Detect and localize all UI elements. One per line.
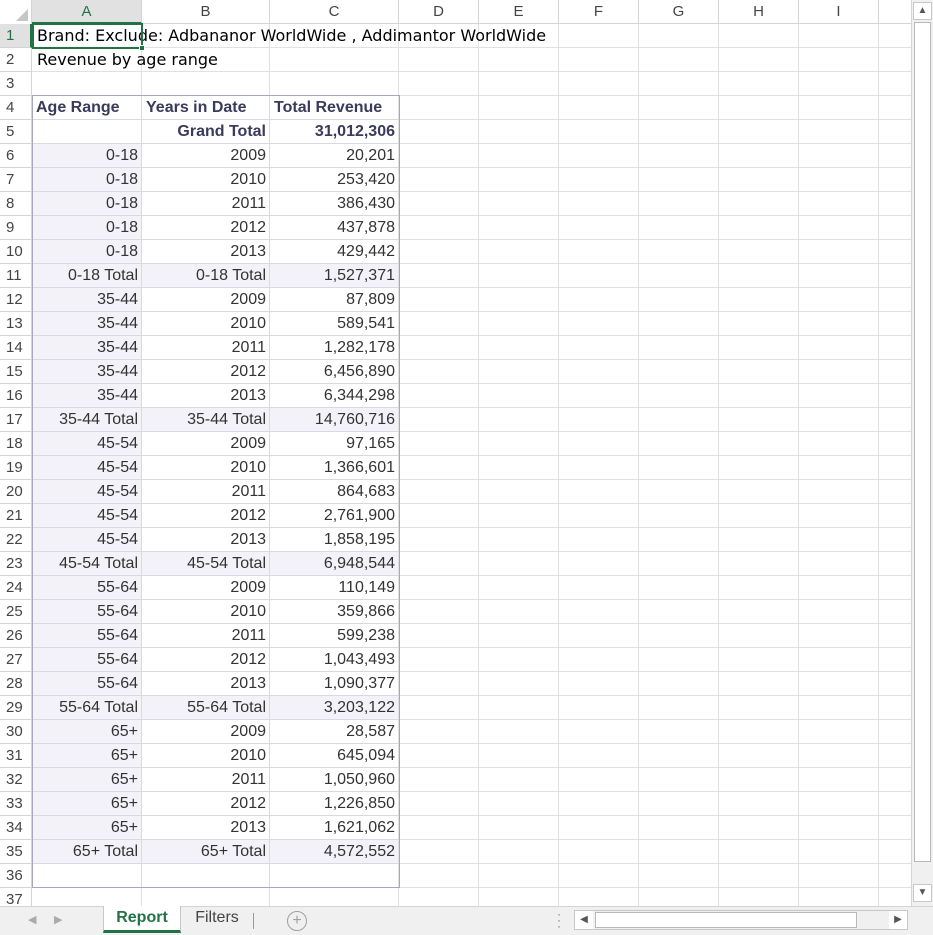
tab-separator [253, 913, 254, 929]
chevron-left-icon[interactable]: ◀ [28, 907, 36, 933]
column-header-c[interactable]: C [270, 0, 399, 24]
row-header-17[interactable]: 17 [0, 408, 32, 432]
row-header-8[interactable]: 8 [0, 192, 32, 216]
sheet-tab-filters[interactable]: Filters [182, 906, 252, 933]
gridline-column [798, 24, 799, 906]
column-header-a[interactable]: A [32, 0, 142, 24]
row-header-4[interactable]: 4 [0, 96, 32, 120]
gridline-column [878, 24, 879, 906]
gridline-column [638, 24, 639, 906]
row-header-24[interactable]: 24 [0, 576, 32, 600]
row-header-29[interactable]: 29 [0, 696, 32, 720]
gridline-column [718, 24, 719, 906]
spreadsheet-grid[interactable]: ABCDEFGHI 1 2 3 4 5 6 7 8 9 10 11 12 13 14 15 16 17 18 19 2… [0, 0, 911, 906]
row-header-11[interactable]: 11 [0, 264, 32, 288]
row-header-36[interactable]: 36 [0, 864, 32, 888]
row-header-22[interactable]: 22 [0, 528, 32, 552]
row-header-27[interactable]: 27 [0, 648, 32, 672]
select-all-corner[interactable] [0, 0, 32, 24]
sheet-tab-bar: ◀ ▶ Report Filters + · · · ◀ ▶ [0, 906, 933, 935]
horizontal-scroll-thumb[interactable] [595, 912, 857, 928]
column-header-d[interactable]: D [399, 0, 479, 24]
gridline-column [478, 24, 479, 906]
chevron-right-icon[interactable]: ▶ [54, 907, 62, 933]
row-header-18[interactable]: 18 [0, 432, 32, 456]
sheet-tab-report[interactable]: Report [103, 906, 181, 933]
column-header-b[interactable]: B [142, 0, 270, 24]
row-header-26[interactable]: 26 [0, 624, 32, 648]
row-header-23[interactable]: 23 [0, 552, 32, 576]
select-all-triangle-icon [16, 9, 28, 21]
row-header-37[interactable]: 37 [0, 888, 32, 906]
row-header-31[interactable]: 31 [0, 744, 32, 768]
row-header-21[interactable]: 21 [0, 504, 32, 528]
horizontal-scrollbar[interactable]: ◀ ▶ [574, 910, 908, 930]
column-header-e[interactable]: E [479, 0, 559, 24]
row-header-13[interactable]: 13 [0, 312, 32, 336]
plus-circle-icon[interactable]: + [287, 911, 307, 931]
row-header-33[interactable]: 33 [0, 792, 32, 816]
scroll-right-icon[interactable]: ▶ [889, 911, 907, 929]
row-header-1[interactable]: 1 [0, 24, 32, 48]
gridline-column [558, 24, 559, 906]
scroll-down-icon[interactable]: ▼ [913, 884, 932, 902]
row-header-32[interactable]: 32 [0, 768, 32, 792]
column-header-f[interactable]: F [559, 0, 639, 24]
row-header-15[interactable]: 15 [0, 360, 32, 384]
vertical-scrollbar[interactable]: ▲ ▼ [911, 0, 933, 906]
row-header-2[interactable]: 2 [0, 48, 32, 72]
column-header-g[interactable]: G [639, 0, 719, 24]
tab-splitter-handle[interactable]: · · · [557, 908, 561, 932]
row-header-34[interactable]: 34 [0, 816, 32, 840]
row-header-14[interactable]: 14 [0, 336, 32, 360]
row-header-10[interactable]: 10 [0, 240, 32, 264]
row-header-6[interactable]: 6 [0, 144, 32, 168]
fill-handle[interactable] [139, 45, 145, 51]
cell-a2[interactable]: Revenue by age range [37, 48, 218, 72]
row-header-35[interactable]: 35 [0, 840, 32, 864]
vertical-scroll-thumb[interactable] [914, 22, 931, 862]
row-header-25[interactable]: 25 [0, 600, 32, 624]
row-header-3[interactable]: 3 [0, 72, 32, 96]
pivot-outer-border [32, 95, 400, 888]
row-header-19[interactable]: 19 [0, 456, 32, 480]
row-header-9[interactable]: 9 [0, 216, 32, 240]
column-header-h[interactable]: H [719, 0, 799, 24]
row-header-7[interactable]: 7 [0, 168, 32, 192]
row-header-16[interactable]: 16 [0, 384, 32, 408]
row-header-5[interactable]: 5 [0, 120, 32, 144]
column-header-i[interactable]: I [799, 0, 879, 24]
scroll-left-icon[interactable]: ◀ [575, 911, 593, 929]
scroll-up-icon[interactable]: ▲ [913, 2, 932, 20]
row-header-12[interactable]: 12 [0, 288, 32, 312]
row-header-30[interactable]: 30 [0, 720, 32, 744]
row-header-28[interactable]: 28 [0, 672, 32, 696]
cell-a1[interactable]: Brand: Exclude: Adbananor WorldWide , Ad… [37, 24, 546, 48]
row-header-20[interactable]: 20 [0, 480, 32, 504]
